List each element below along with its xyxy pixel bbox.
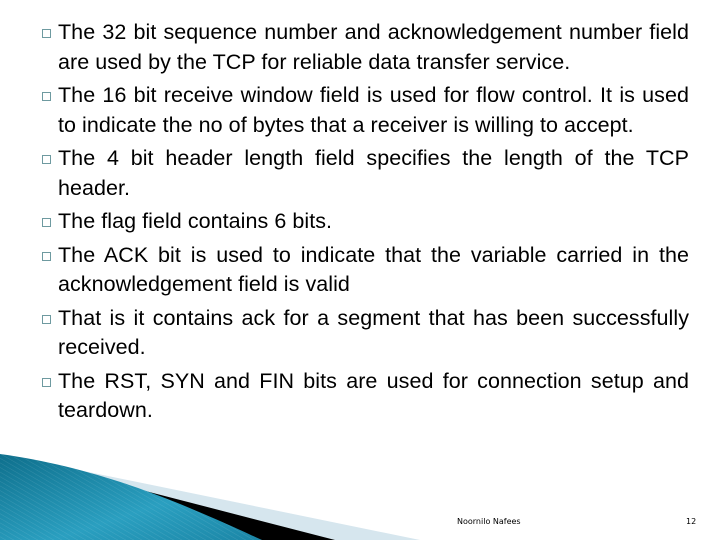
decorative-wedge	[0, 454, 420, 540]
bullet-item: The ACK bit is used to indicate that the…	[42, 241, 689, 300]
page-number: 12	[686, 517, 697, 526]
bullet-text: The 4 bit header length field specifies …	[58, 146, 689, 200]
bullet-item: The 32 bit sequence number and acknowled…	[42, 18, 689, 77]
square-bullet-icon	[42, 29, 51, 38]
footer-author: Noornilo Nafees	[457, 517, 521, 526]
square-bullet-icon	[42, 314, 51, 324]
bullet-item: That is it contains ack for a segment th…	[42, 304, 689, 363]
bullet-text: The RST, SYN and FIN bits are used for c…	[58, 368, 689, 423]
square-bullet-icon	[42, 218, 51, 227]
square-bullet-icon	[42, 377, 51, 387]
blue-band-stripes	[0, 454, 262, 540]
bullet-text: The 16 bit receive window field is used …	[58, 83, 689, 137]
bullet-list: The 32 bit sequence number and acknowled…	[42, 18, 689, 430]
bullet-item: The flag field contains 6 bits.	[42, 207, 689, 237]
bullet-item: The 16 bit receive window field is used …	[42, 81, 689, 140]
square-bullet-icon	[42, 251, 51, 261]
square-bullet-icon	[42, 155, 51, 164]
bullet-text: The flag field contains 6 bits.	[58, 209, 333, 233]
slide: The 32 bit sequence number and acknowled…	[0, 0, 720, 540]
bullet-text: The 32 bit sequence number and acknowled…	[58, 20, 689, 74]
square-bullet-icon	[42, 92, 51, 101]
bullet-text: That is it contains ack for a segment th…	[58, 305, 689, 360]
bullet-text: The ACK bit is used to indicate that the…	[58, 242, 689, 297]
bullet-item: The RST, SYN and FIN bits are used for c…	[42, 367, 689, 426]
bullet-item: The 4 bit header length field specifies …	[42, 144, 689, 203]
